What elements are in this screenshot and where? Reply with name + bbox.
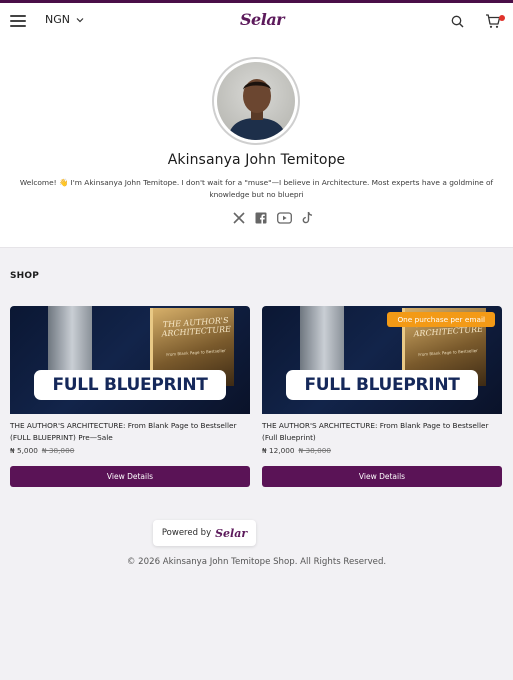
avatar-photo	[217, 62, 295, 140]
search-icon[interactable]	[451, 15, 464, 28]
product-price: ₦ 5,000 ₦ 38,000	[10, 446, 250, 455]
cover-banner: FULL BLUEPRINT	[286, 370, 478, 400]
x-icon[interactable]	[233, 211, 245, 224]
powered-by-selar-badge[interactable]: Powered by Selar	[153, 520, 256, 546]
profile-name: Akinsanya John Temitope	[167, 152, 346, 168]
footer-copyright: © 2026 Akinsanya John Temitope Shop. All…	[126, 557, 387, 567]
product-card: THE AUTHOR'S ARCHITECTURE From Blank Pag…	[262, 306, 502, 487]
product-image[interactable]: THE AUTHOR'S ARCHITECTURE From Blank Pag…	[10, 306, 250, 414]
original-price: ₦ 38,000	[298, 446, 332, 455]
social-links	[233, 211, 314, 224]
profile-bio: Welcome! 👋 I'm Akinsanya John Temitope. …	[19, 178, 494, 199]
selar-logo[interactable]: Selar	[240, 10, 285, 29]
view-details-button[interactable]: View Details	[262, 466, 502, 487]
powered-by-label: Powered by	[161, 528, 212, 538]
profile-section: Akinsanya John Temitope Welcome! 👋 I'm A…	[0, 40, 513, 248]
cover-banner: FULL BLUEPRINT	[34, 370, 226, 400]
cover-banner-text: FULL BLUEPRINT	[304, 375, 460, 395]
purchase-limit-badge: One purchase per email	[387, 312, 495, 327]
currency-selector[interactable]: NGN	[45, 13, 84, 26]
product-image[interactable]: THE AUTHOR'S ARCHITECTURE From Blank Pag…	[262, 306, 502, 414]
top-header: NGN Selar	[0, 3, 513, 40]
avatar	[212, 57, 300, 145]
shop-heading: SHOP	[10, 271, 40, 281]
view-details-button[interactable]: View Details	[10, 466, 250, 487]
original-price: ₦ 38,000	[41, 446, 75, 455]
selar-logo-small: Selar	[215, 526, 248, 540]
menu-icon[interactable]	[10, 15, 26, 27]
product-title[interactable]: THE AUTHOR'S ARCHITECTURE: From Blank Pa…	[262, 420, 502, 444]
facebook-icon[interactable]	[255, 212, 267, 224]
product-card: THE AUTHOR'S ARCHITECTURE From Blank Pag…	[10, 306, 250, 487]
tiktok-icon[interactable]	[302, 211, 314, 224]
product-title[interactable]: THE AUTHOR'S ARCHITECTURE: From Blank Pa…	[10, 420, 250, 444]
cart-badge-dot	[499, 15, 505, 21]
current-price: ₦ 5,000	[10, 446, 38, 455]
youtube-icon[interactable]	[277, 211, 292, 224]
cover-banner-text: FULL BLUEPRINT	[52, 375, 208, 395]
currency-label: NGN	[45, 13, 70, 26]
chevron-down-icon	[76, 17, 84, 22]
product-price: ₦ 12,000 ₦ 38,000	[262, 446, 502, 455]
current-price: ₦ 12,000	[262, 446, 295, 455]
